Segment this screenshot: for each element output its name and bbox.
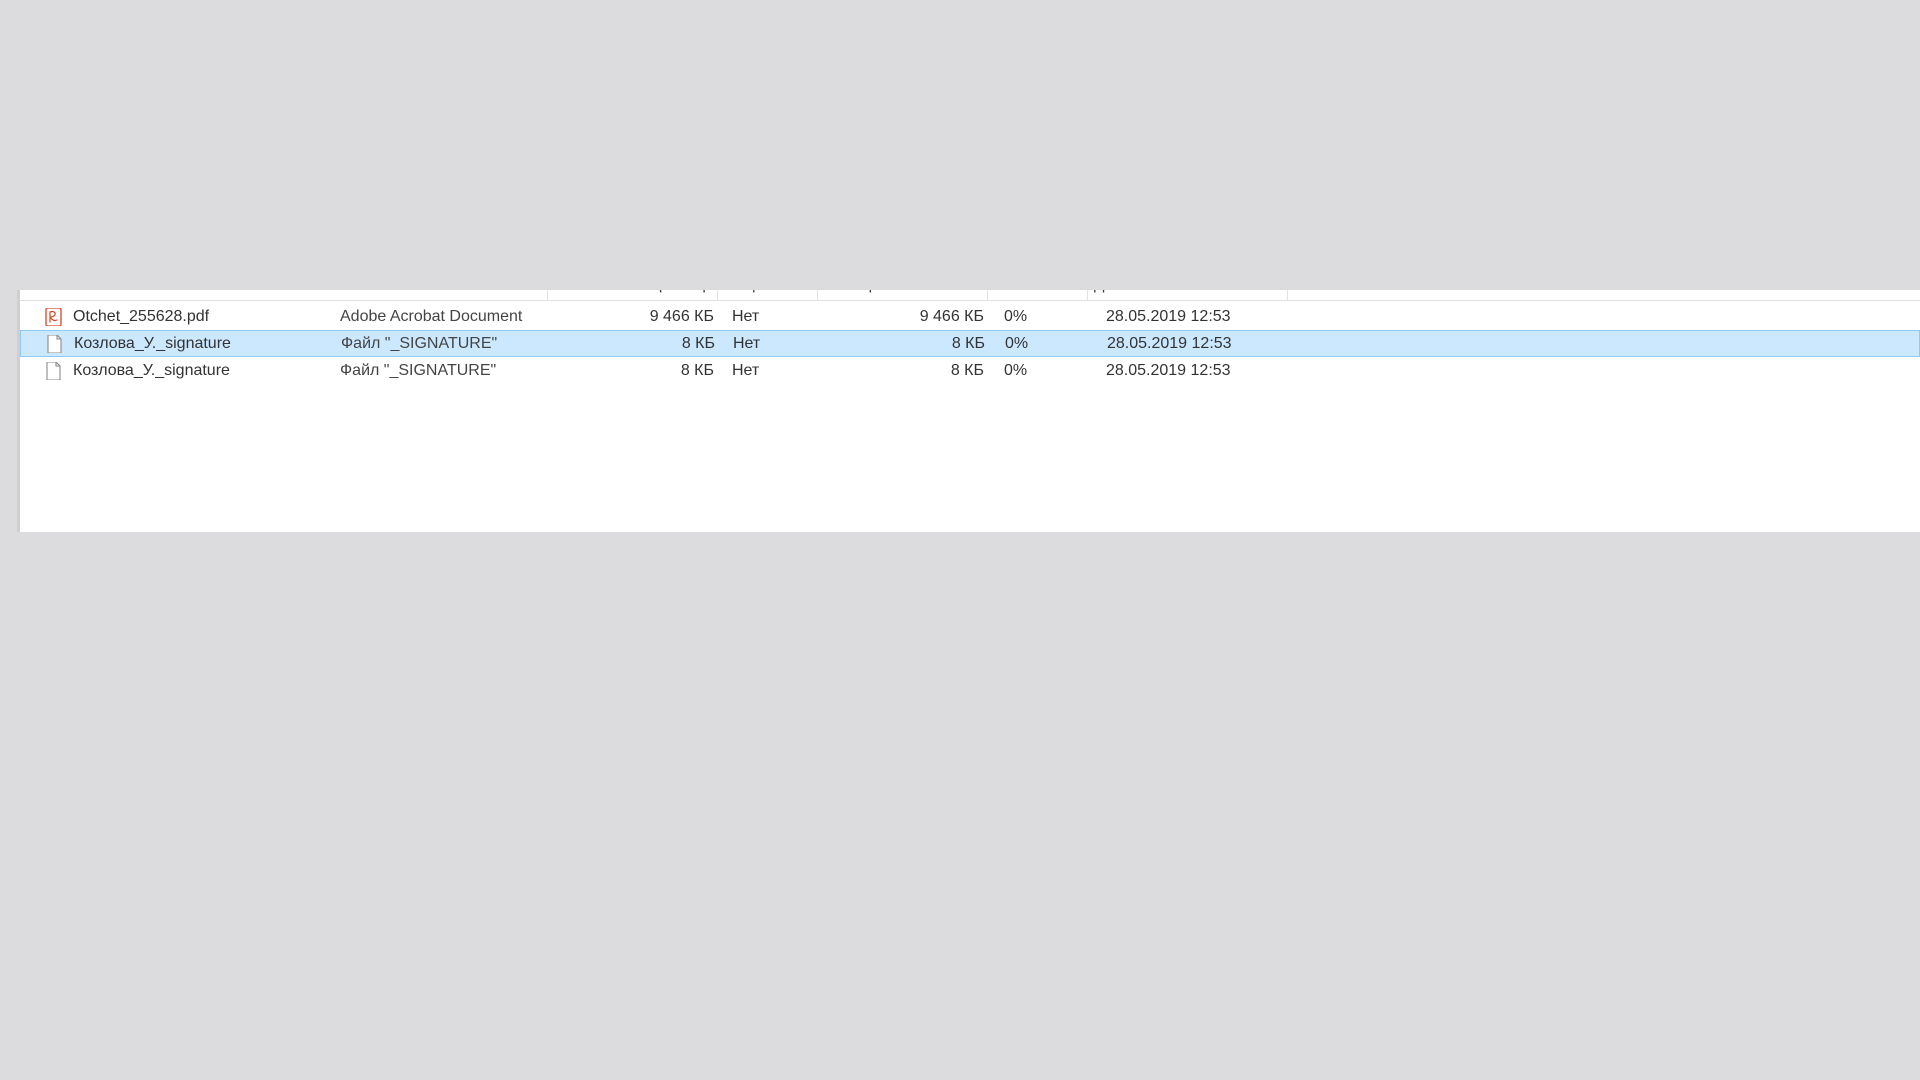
- cell-protection: Нет: [721, 335, 821, 353]
- cell-packed-size: 8 КБ: [551, 335, 721, 353]
- cell-packed-size: 8 КБ: [550, 362, 720, 380]
- pdf-file-icon: [43, 307, 63, 327]
- generic-file-icon: [43, 361, 63, 381]
- cell-type: Файл "_SIGNATURE": [340, 362, 550, 380]
- cell-type: Файл "_SIGNATURE": [341, 335, 551, 353]
- column-header-ratio[interactable]: Сжатие: [988, 290, 1088, 300]
- column-header-date[interactable]: Дата изменения: [1088, 290, 1288, 300]
- generic-file-icon: [44, 334, 64, 354]
- column-header-name[interactable]: Имя: [38, 290, 338, 300]
- cell-name: Козлова_У._signature: [20, 361, 340, 381]
- file-name: Козлова_У._signature: [73, 362, 230, 380]
- cell-ratio: 0%: [991, 335, 1091, 353]
- cell-ratio: 0%: [990, 362, 1090, 380]
- table-row[interactable]: Козлова_У._signatureФайл "_SIGNATURE"8 К…: [20, 330, 1920, 357]
- archive-file-list: Имя Тип Сжатый размер Защита па… Размер …: [17, 290, 1920, 532]
- file-name: Otchet_255628.pdf: [73, 308, 209, 326]
- column-header-row: Имя Тип Сжатый размер Защита па… Размер …: [20, 290, 1920, 301]
- cell-protection: Нет: [720, 362, 820, 380]
- cell-date: 28.05.2019 12:53: [1091, 335, 1291, 353]
- file-name: Козлова_У._signature: [74, 335, 231, 353]
- cell-ratio: 0%: [990, 308, 1090, 326]
- cell-name: Otchet_255628.pdf: [20, 307, 340, 327]
- column-header-size[interactable]: Размер: [818, 290, 988, 300]
- cell-type: Adobe Acrobat Document: [340, 308, 550, 326]
- cell-protection: Нет: [720, 308, 820, 326]
- column-header-protection[interactable]: Защита па…: [718, 290, 818, 300]
- cell-size: 8 КБ: [821, 335, 991, 353]
- table-row[interactable]: Козлова_У._signatureФайл "_SIGNATURE"8 К…: [20, 357, 1920, 384]
- cell-date: 28.05.2019 12:53: [1090, 308, 1290, 326]
- cell-packed-size: 9 466 КБ: [550, 308, 720, 326]
- file-rows: Otchet_255628.pdfAdobe Acrobat Document9…: [20, 301, 1920, 384]
- cell-size: 9 466 КБ: [820, 308, 990, 326]
- column-header-packed[interactable]: Сжатый размер: [548, 290, 718, 300]
- cell-name: Козлова_У._signature: [21, 334, 341, 354]
- table-row[interactable]: Otchet_255628.pdfAdobe Acrobat Document9…: [20, 303, 1920, 330]
- column-header-type[interactable]: Тип: [338, 290, 548, 300]
- cell-date: 28.05.2019 12:53: [1090, 362, 1290, 380]
- cell-size: 8 КБ: [820, 362, 990, 380]
